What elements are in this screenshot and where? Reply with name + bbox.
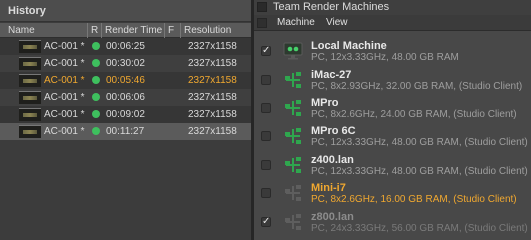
status-dot-icon — [92, 42, 100, 50]
row-name: AC-001 * — [44, 75, 85, 86]
row-resolution: 2327x1158 — [188, 92, 237, 103]
render-thumbnail-icon — [19, 125, 41, 138]
status-dot-icon — [92, 110, 100, 118]
machine-row[interactable]: ✓ z800.lan PC, 24x3.33GHz, 56.00 GB RAM, (… — [254, 208, 531, 236]
row-resolution: 2327x1158 — [188, 126, 237, 137]
machine-name: z800.lan — [311, 211, 354, 223]
machine-row[interactable]: Mini-i7 PC, 8x2.6GHz, 16.00 GB RAM, (Stud… — [254, 179, 531, 207]
team-render-machines-panel: Team Render Machines Machine View ✓ Local… — [254, 0, 531, 240]
render-thumbnail-icon — [19, 40, 41, 53]
machine-row[interactable]: MPro PC, 8x2.6GHz, 24.00 GB RAM, (Studio … — [254, 94, 531, 122]
history-row[interactable]: AC-001 * 00:11:27 2327x1158 — [0, 123, 251, 140]
machine-enable-checkbox[interactable] — [261, 160, 271, 170]
menu-view[interactable]: View — [326, 17, 348, 28]
machine-specs: PC, 8x2.6GHz, 16.00 GB RAM, (Studio Clie… — [311, 194, 517, 205]
machine-specs: PC, 12x3.33GHz, 48.00 GB RAM — [311, 52, 459, 63]
row-name: AC-001 * — [44, 41, 85, 52]
history-row[interactable]: AC-001 * 00:06:06 2327x1158 — [0, 89, 251, 106]
row-render-time: 00:06:25 — [106, 41, 145, 52]
menu-machine[interactable]: Machine — [277, 17, 315, 28]
machine-specs: PC, 24x3.33GHz, 56.00 GB RAM, (Studio Cl… — [311, 223, 528, 234]
history-panel: History Name R Render Time F Resolution … — [0, 0, 251, 240]
render-thumbnail-icon — [19, 108, 41, 121]
machine-enable-checkbox[interactable] — [261, 188, 271, 198]
local-monitor-icon — [283, 41, 303, 61]
history-row[interactable]: AC-001 * 00:30:02 2327x1158 — [0, 55, 251, 72]
machine-specs: PC, 8x2.93GHz, 32.00 GB RAM, (Studio Cli… — [311, 81, 523, 92]
machine-specs: PC, 8x2.6GHz, 24.00 GB RAM, (Studio Clie… — [311, 109, 517, 120]
column-divider[interactable] — [164, 23, 165, 38]
network-client-icon — [283, 126, 303, 146]
row-resolution: 2327x1158 — [188, 75, 237, 86]
row-name: AC-001 * — [44, 58, 85, 69]
machine-enable-checkbox[interactable] — [261, 103, 271, 113]
row-name: AC-001 * — [44, 92, 85, 103]
network-client-icon — [283, 70, 303, 90]
machine-name: Local Machine — [311, 40, 387, 52]
status-dot-icon — [92, 127, 100, 135]
team-render-title-bar: Team Render Machines — [254, 0, 531, 15]
machine-name: iMac-27 — [311, 69, 352, 81]
machine-row[interactable]: z400.lan PC, 12x3.33GHz, 48.00 GB RAM, (S… — [254, 151, 531, 179]
history-row[interactable]: AC-001 * 00:09:02 2327x1158 — [0, 106, 251, 123]
machine-enable-checkbox[interactable] — [261, 131, 271, 141]
machine-row[interactable]: ✓ Local Machine PC, 12x3.33GHz, 48.00 GB R… — [254, 37, 531, 65]
network-client-icon — [283, 98, 303, 118]
machine-specs: PC, 12x3.33GHz, 48.00 GB RAM, (Studio Cl… — [311, 166, 528, 177]
column-header-f[interactable]: F — [168, 25, 174, 36]
row-render-time: 00:06:06 — [106, 92, 145, 103]
status-dot-icon — [92, 76, 100, 84]
machine-row[interactable]: MPro 6C PC, 12x3.33GHz, 48.00 GB RAM, (St… — [254, 122, 531, 150]
machine-enable-checkbox[interactable] — [261, 75, 271, 85]
history-table-body: AC-001 * 00:06:25 2327x1158 AC-001 * 00:30:0… — [0, 38, 251, 140]
row-render-time: 00:11:27 — [106, 126, 145, 137]
machine-name: Mini-i7 — [311, 182, 346, 194]
row-resolution: 2327x1158 — [188, 58, 237, 69]
history-row[interactable]: AC-001 * 00:06:25 2327x1158 — [0, 38, 251, 55]
machine-row[interactable]: iMac-27 PC, 8x2.93GHz, 32.00 GB RAM, (Stu… — [254, 66, 531, 94]
row-render-time: 00:30:02 — [106, 58, 145, 69]
column-header-resolution[interactable]: Resolution — [184, 25, 231, 36]
render-thumbnail-icon — [19, 74, 41, 87]
row-resolution: 2327x1158 — [188, 109, 237, 120]
column-divider[interactable] — [180, 23, 181, 38]
status-dot-icon — [92, 59, 100, 67]
column-header-render-time[interactable]: Render Time — [105, 25, 162, 36]
network-client-idle-icon — [283, 183, 303, 203]
history-panel-title: History — [0, 0, 251, 22]
history-empty-area — [0, 143, 251, 240]
column-divider[interactable] — [87, 23, 88, 38]
machine-enable-checkbox[interactable]: ✓ — [261, 217, 271, 227]
row-name: AC-001 * — [44, 126, 85, 137]
team-render-title: Team Render Machines — [273, 1, 390, 13]
column-header-r[interactable]: R — [91, 25, 98, 36]
row-render-time: 00:09:02 — [106, 109, 145, 120]
panel-square-icon — [257, 2, 267, 12]
status-dot-icon — [92, 93, 100, 101]
machine-name: MPro 6C — [311, 125, 356, 137]
machine-enable-checkbox[interactable]: ✓ — [261, 46, 271, 56]
column-divider[interactable] — [101, 23, 102, 38]
history-table-header: Name R Render Time F Resolution — [0, 23, 251, 38]
machine-name: z400.lan — [311, 154, 354, 166]
machine-name: MPro — [311, 97, 339, 109]
team-render-menubar: Machine View — [254, 15, 531, 31]
column-header-name[interactable]: Name — [8, 25, 35, 36]
network-client-idle-icon — [283, 212, 303, 232]
network-client-icon — [283, 155, 303, 175]
history-row[interactable]: AC-001 * 00:05:46 2327x1158 — [0, 72, 251, 89]
render-thumbnail-icon — [19, 57, 41, 70]
menu-square-icon — [257, 18, 267, 28]
row-name: AC-001 * — [44, 109, 85, 120]
row-render-time: 00:05:46 — [106, 75, 145, 86]
machine-specs: PC, 12x3.33GHz, 48.00 GB RAM, (Studio Cl… — [311, 137, 528, 148]
row-resolution: 2327x1158 — [188, 41, 237, 52]
render-thumbnail-icon — [19, 91, 41, 104]
